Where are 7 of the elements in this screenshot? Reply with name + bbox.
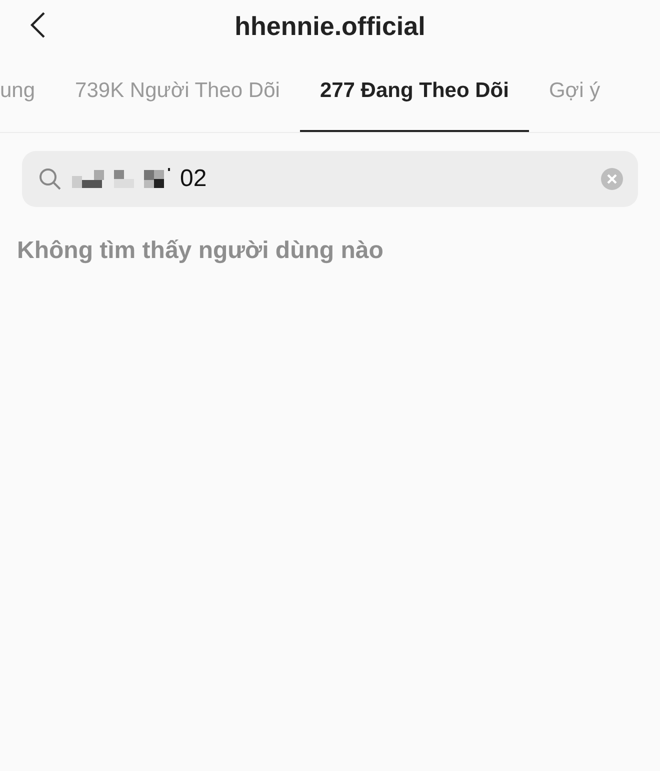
- empty-message: Không tìm thấy người dùng nào: [17, 237, 384, 265]
- back-icon: [30, 11, 46, 39]
- tab[interactable]: 277 Đang Theo Dõi: [300, 52, 529, 132]
- search-input[interactable]: 02: [180, 165, 590, 193]
- profile-title: hhennie.official: [234, 10, 426, 42]
- search-field[interactable]: 02: [22, 151, 638, 207]
- search-icon: [38, 167, 62, 191]
